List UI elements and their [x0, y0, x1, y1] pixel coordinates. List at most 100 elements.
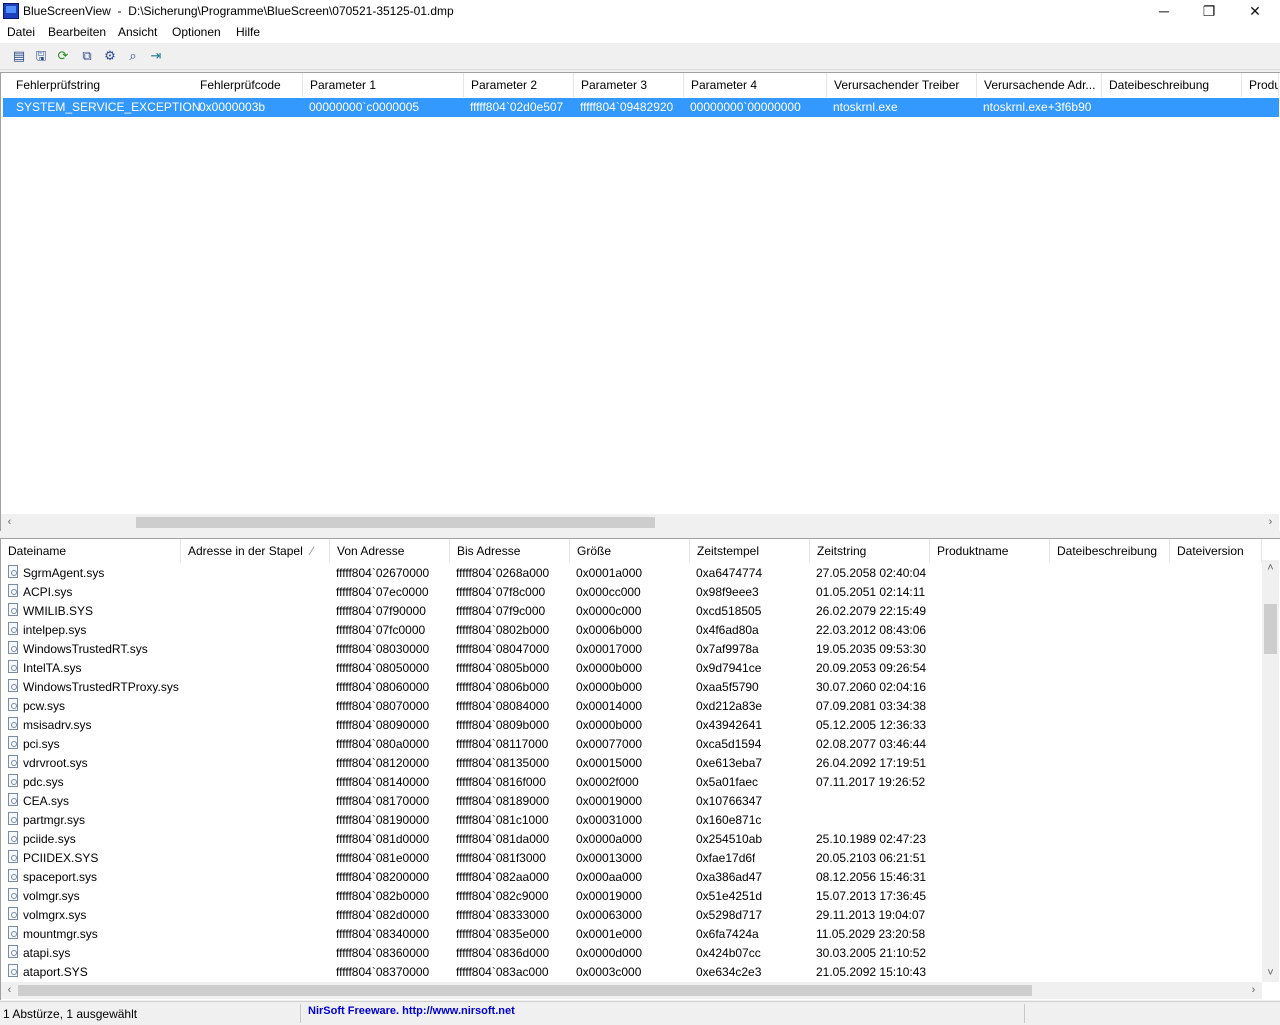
nirsoft-link[interactable]: NirSoft Freeware. http://www.nirsoft.net — [308, 1005, 515, 1017]
table-row[interactable]: spaceport.sys fffff804`08200000 fffff804`0… — [1, 867, 1261, 886]
properties-icon[interactable]: ▤ — [10, 47, 28, 65]
scroll-left-icon[interactable]: ‹ — [1, 982, 18, 999]
exit-icon[interactable]: ⇥ — [147, 47, 165, 65]
table-row[interactable]: WindowsTrustedRTProxy.sys fffff804`080600… — [1, 677, 1261, 696]
window-title: BlueScreenView - D:\Sicherung\Programme\… — [23, 4, 454, 18]
column-header[interactable]: Fehlerprüfstring — [9, 73, 194, 97]
options-icon[interactable]: ⚙ — [101, 47, 119, 65]
maximize-button[interactable]: ❐ — [1186, 0, 1232, 23]
cell-timestamp: 0xe613eba7 — [696, 756, 763, 770]
menu-hilfe[interactable]: Hilfe — [236, 25, 260, 39]
find-icon[interactable]: ⌕ — [124, 47, 142, 65]
table-row[interactable]: vdrvroot.sys fffff804`08120000 fffff804`08… — [1, 753, 1261, 772]
file-icon — [8, 812, 18, 825]
column-header[interactable]: Fehlerprüfcode — [193, 73, 303, 97]
table-row[interactable]: pci.sys fffff804`080a0000 fffff804`0811700… — [1, 734, 1261, 753]
cell-timestring: 02.08.2077 03:46:44 — [816, 737, 927, 751]
cell-to-address: fffff804`083ac000 — [456, 965, 549, 979]
cell-size: 0x00015000 — [576, 756, 643, 770]
table-row[interactable]: atapi.sys fffff804`08360000 fffff804`0836d… — [1, 943, 1261, 962]
bottom-vertical-scrollbar[interactable]: ˄ ˅ — [1262, 560, 1279, 982]
table-row[interactable]: PCIIDEX.SYS fffff804`081e0000 fffff804`081… — [1, 848, 1261, 867]
table-row[interactable]: ataport.SYS fffff804`08370000 fffff804`083… — [1, 962, 1261, 981]
menu-optionen[interactable]: Optionen — [172, 25, 221, 39]
cell-timestamp: 0xca5d1594 — [696, 737, 762, 751]
table-row[interactable]: intelpep.sys fffff804`07fc0000 fffff804`08… — [1, 620, 1261, 639]
column-header[interactable]: Parameter 2 — [464, 73, 574, 97]
column-header[interactable]: Größe — [570, 539, 690, 563]
table-row[interactable]: IntelTA.sys fffff804`08050000 fffff804`080… — [1, 658, 1261, 677]
top-horizontal-scrollbar[interactable]: ‹ › — [1, 514, 1279, 531]
column-header[interactable]: Parameter 3 — [574, 73, 684, 97]
column-header[interactable]: Produktname — [930, 539, 1050, 563]
column-header[interactable]: Dateiversion — [1170, 539, 1262, 563]
cell-filename: intelpep.sys — [23, 623, 87, 637]
column-header[interactable]: Verursachende Adr... — [977, 73, 1102, 97]
scroll-down-icon[interactable]: ˅ — [1262, 965, 1279, 982]
cell-filename: volmgr.sys — [23, 889, 80, 903]
scroll-right-icon[interactable]: › — [1262, 514, 1279, 531]
cell-size: 0x00014000 — [576, 699, 643, 713]
cell-to-address: fffff804`0816f000 — [456, 775, 546, 789]
scrollbar-thumb[interactable] — [18, 985, 1032, 996]
file-icon — [8, 869, 18, 882]
cell-caused-by-driver: ntoskrnl.exe — [833, 100, 898, 114]
cell-to-address: fffff804`0806b000 — [456, 680, 550, 694]
scrollbar-thumb[interactable] — [1264, 604, 1277, 654]
minimize-button[interactable]: ─ — [1141, 0, 1187, 23]
save-icon[interactable]: 🖫 — [32, 47, 50, 65]
module-list[interactable]: Dateiname Adresse in der Stapel ⁄ Von Adr… — [0, 538, 1280, 1000]
cell-filename: SgrmAgent.sys — [23, 566, 105, 580]
cell-from-address: fffff804`08120000 — [336, 756, 430, 770]
toolbar: ▤ 🖫 ⟳ ⧉ ⚙ ⌕ ⇥ — [0, 43, 1280, 70]
column-header[interactable]: Adresse in der Stapel ⁄ — [181, 539, 330, 563]
menu-bearbeiten[interactable]: Bearbeiten — [48, 25, 106, 39]
crash-list[interactable]: Fehlerprüfstring Fehlerprüfcode Paramete… — [0, 72, 1280, 531]
table-row[interactable]: volmgrx.sys fffff804`082d0000 fffff804`083… — [1, 905, 1261, 924]
menu-datei[interactable]: Datei — [7, 25, 35, 39]
column-header[interactable]: Bis Adresse — [450, 539, 570, 563]
table-row[interactable]: SgrmAgent.sys fffff804`02670000 fffff804`0… — [1, 563, 1261, 582]
scroll-left-icon[interactable]: ‹ — [1, 514, 18, 531]
column-header[interactable]: Zeitstring — [810, 539, 930, 563]
column-header[interactable]: Zeitstempel — [690, 539, 810, 563]
table-row[interactable]: pcw.sys fffff804`08070000 fffff804`0808400… — [1, 696, 1261, 715]
scroll-up-icon[interactable]: ˄ — [1262, 560, 1279, 577]
table-row[interactable]: WindowsTrustedRT.sys fffff804`08030000 fff… — [1, 639, 1261, 658]
table-row[interactable]: CEA.sys fffff804`08170000 fffff804`0818900… — [1, 791, 1261, 810]
column-header[interactable]: Von Adresse — [330, 539, 450, 563]
table-row[interactable]: WMILIB.SYS fffff804`07f90000 fffff804`07f9… — [1, 601, 1261, 620]
crash-row-selected[interactable]: SYSTEM_SERVICE_EXCEPTION 0x0000003b 0000… — [3, 98, 1279, 117]
table-row[interactable]: ACPI.sys fffff804`07ec0000 fffff804`07f8c0… — [1, 582, 1261, 601]
column-header[interactable]: Parameter 1 — [303, 73, 464, 97]
table-row[interactable]: partmgr.sys fffff804`08190000 fffff804`081… — [1, 810, 1261, 829]
refresh-icon[interactable]: ⟳ — [54, 47, 72, 65]
column-header[interactable]: Parameter 4 — [684, 73, 827, 97]
cell-timestamp: 0x10766347 — [696, 794, 763, 808]
close-button[interactable]: ✕ — [1232, 0, 1278, 23]
cell-size: 0x00019000 — [576, 889, 643, 903]
scrollbar-thumb[interactable] — [136, 517, 655, 528]
column-header[interactable]: Verursachender Treiber — [827, 73, 977, 97]
column-header[interactable]: Dateibeschreibung — [1050, 539, 1170, 563]
table-row[interactable]: pdc.sys fffff804`08140000 fffff804`0816f00… — [1, 772, 1261, 791]
table-row[interactable]: mountmgr.sys fffff804`08340000 fffff804`08… — [1, 924, 1261, 943]
pane-splitter[interactable] — [0, 531, 1280, 538]
bottom-horizontal-scrollbar[interactable]: ‹ › — [1, 982, 1262, 999]
cell-timestring: 25.10.1989 02:47:23 — [816, 832, 927, 846]
column-header[interactable]: Dateibeschreibung — [1102, 73, 1242, 97]
copy-icon[interactable]: ⧉ — [78, 47, 96, 65]
cell-to-address: fffff804`082c9000 — [456, 889, 549, 903]
scroll-right-icon[interactable]: › — [1245, 982, 1262, 999]
cell-timestamp: 0xd212a83e — [696, 699, 763, 713]
column-header[interactable]: Produ — [1242, 73, 1279, 97]
cell-size: 0x00077000 — [576, 737, 643, 751]
table-row[interactable]: pciide.sys fffff804`081d0000 fffff804`081d… — [1, 829, 1261, 848]
menu-ansicht[interactable]: Ansicht — [118, 25, 157, 39]
column-header[interactable]: Dateiname — [1, 539, 181, 563]
table-row[interactable]: msisadrv.sys fffff804`08090000 fffff804`08… — [1, 715, 1261, 734]
cell-timestring: 30.07.2060 02:04:16 — [816, 680, 927, 694]
cell-to-address: fffff804`0809b000 — [456, 718, 550, 732]
cell-parameter-2: fffff804`02d0e507 — [470, 100, 564, 114]
table-row[interactable]: volmgr.sys fffff804`082b0000 fffff804`082c… — [1, 886, 1261, 905]
